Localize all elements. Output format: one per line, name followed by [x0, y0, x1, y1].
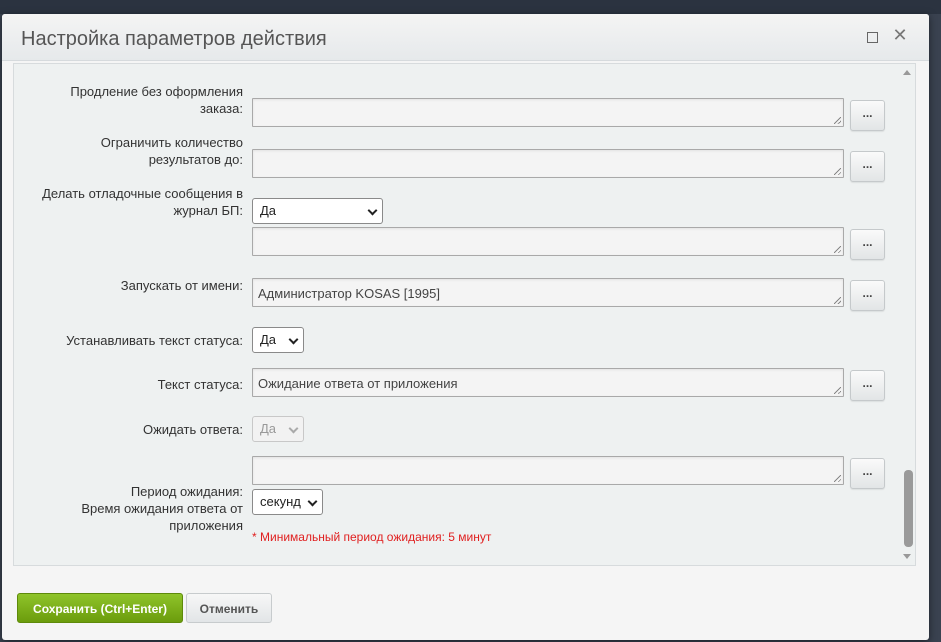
save-button[interactable]: Сохранить (Ctrl+Enter) [17, 593, 183, 623]
debug-label: Делать отладочные сообщения в журнал БП: [42, 185, 243, 219]
run-as-dots-button[interactable]: ... [850, 280, 885, 311]
wait-period-label: Период ожидания: Время ожидания ответа о… [81, 483, 243, 534]
debug-select[interactable]: Да [252, 198, 383, 224]
scroll-down-arrow-icon[interactable] [903, 554, 911, 559]
debug-label-line2: журнал БП: [173, 203, 243, 218]
limit-label: Ограничить количество результатов до: [101, 134, 243, 168]
debug-input[interactable] [252, 227, 844, 256]
set-status-select-value: Да [260, 332, 277, 347]
run-as-input[interactable]: Администратор KOSAS [1995] [252, 278, 844, 307]
chevron-down-icon [367, 205, 378, 216]
wait-period-unit-select[interactable]: секунд [252, 489, 323, 515]
settings-form: Продление без оформления заказа: ... Огр… [13, 63, 916, 566]
wait-period-label-line2: Время ожидания ответа от [81, 501, 243, 516]
wait-response-select-value: Да [260, 421, 277, 436]
cancel-button[interactable]: Отменить [186, 593, 272, 623]
wait-period-dots-button[interactable]: ... [850, 458, 885, 489]
scrollbar-thumb[interactable] [904, 470, 913, 547]
wait-period-hint: * Минимальный период ожидания: 5 минут [252, 530, 492, 544]
scrollbar[interactable] [901, 64, 915, 565]
wait-period-unit-value: секунд [260, 494, 301, 509]
debug-dots-button[interactable]: ... [850, 229, 885, 260]
run-as-label: Запускать от имени: [120, 278, 243, 293]
chevron-down-icon [307, 496, 318, 507]
wait-period-label-line3: приложения [169, 518, 243, 533]
debug-select-value: Да [260, 203, 277, 218]
extension-label-line2: заказа: [199, 101, 243, 116]
set-status-label: Устанавливать текст статуса: [66, 333, 243, 348]
limit-label-line1: Ограничить количество [100, 135, 243, 150]
wait-response-select: Да [252, 416, 304, 442]
scroll-up-arrow-icon[interactable] [903, 70, 911, 75]
limit-label-line2: результатов до: [148, 152, 243, 167]
desktop-background [0, 0, 941, 14]
wait-period-input[interactable] [252, 456, 844, 485]
close-icon[interactable]: ✕ [892, 25, 908, 45]
status-text-dots-button[interactable]: ... [850, 370, 885, 401]
set-status-select[interactable]: Да [252, 327, 304, 353]
maximize-icon[interactable] [864, 28, 880, 46]
status-text-label: Текст статуса: [157, 377, 243, 392]
dialog-title: Настройка параметров действия [21, 28, 327, 50]
status-text-input[interactable]: Ожидание ответа от приложения [252, 368, 844, 397]
extension-dots-button[interactable]: ... [850, 100, 885, 131]
extension-input[interactable] [252, 98, 844, 127]
chevron-down-icon [288, 334, 299, 345]
chevron-down-icon [288, 423, 299, 434]
limit-input[interactable] [252, 149, 844, 178]
wait-period-label-line1: Период ожидания: [130, 484, 243, 499]
extension-label-line1: Продление без оформления [70, 84, 243, 99]
extension-label: Продление без оформления заказа: [70, 83, 243, 117]
limit-dots-button[interactable]: ... [850, 151, 885, 182]
debug-label-line1: Делать отладочные сообщения в [42, 186, 243, 201]
wait-response-label: Ожидать ответа: [142, 422, 243, 437]
dialog-titlebar: Настройка параметров действия ✕ [2, 14, 929, 61]
